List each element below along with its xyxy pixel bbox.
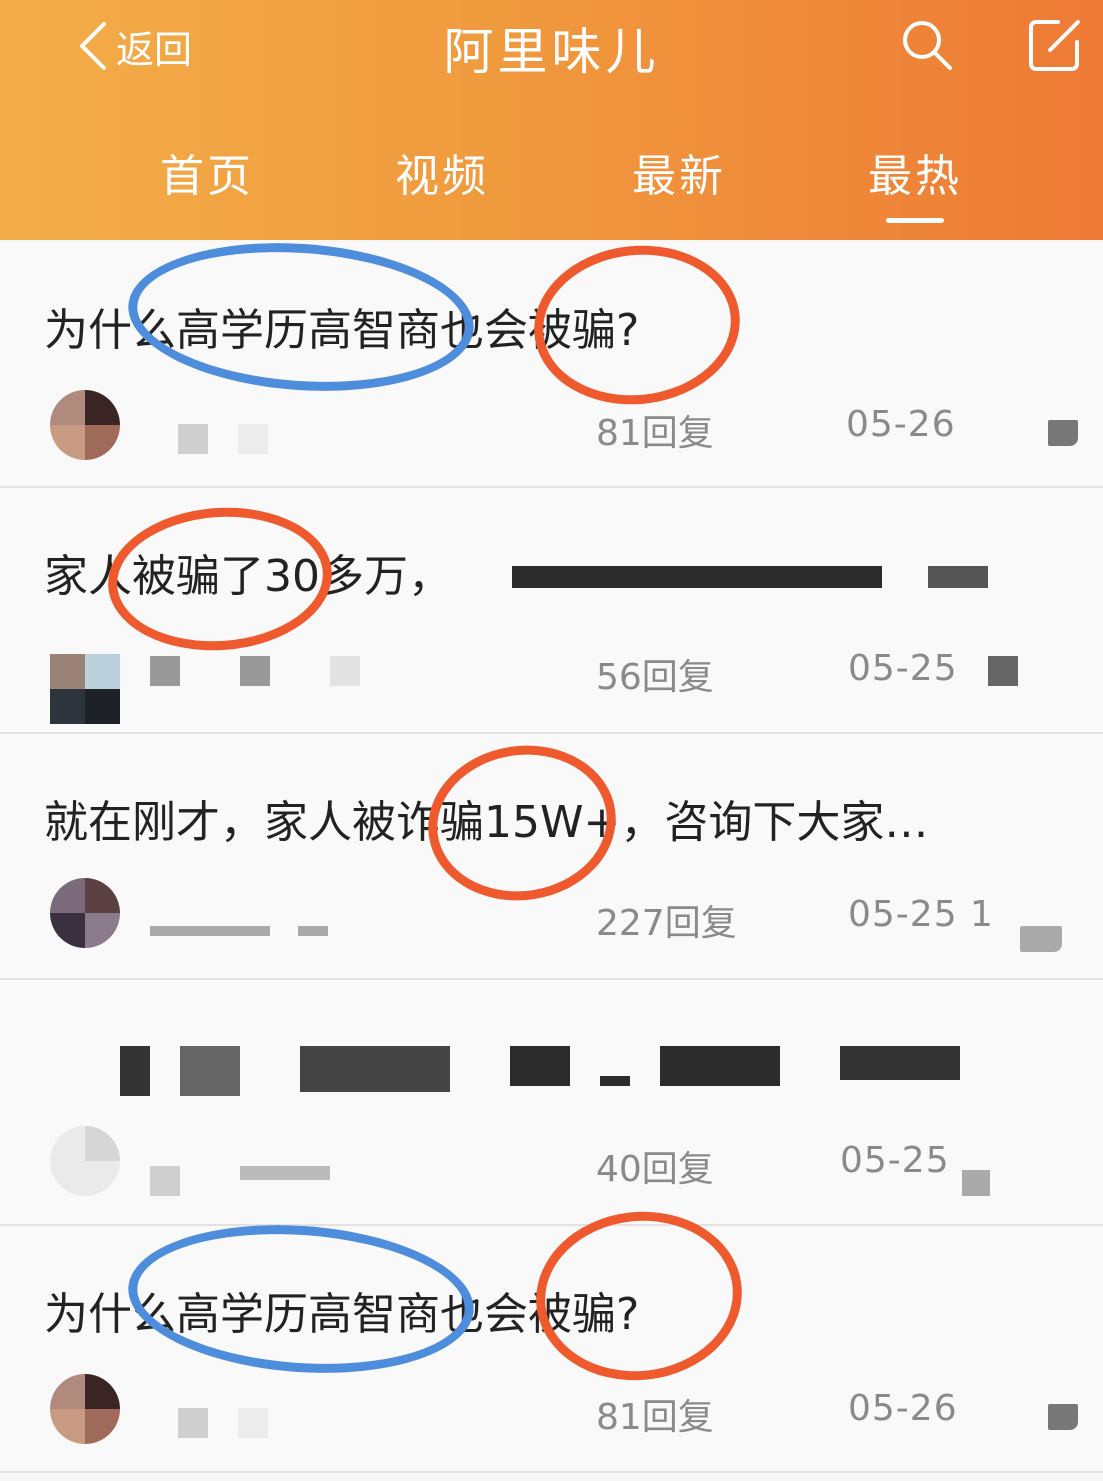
username-redacted [240,1166,330,1180]
redacted-text [300,1046,450,1092]
redacted-text [928,566,988,588]
active-tab-indicator [886,218,944,223]
reply-count: 81回复 [596,1397,714,1438]
avatar[interactable] [50,654,120,724]
tab-latest[interactable]: 最新 [632,140,726,204]
app-header: 返回 阿里味儿 首页 视频 最新 最热 [0,0,1103,240]
redacted-block [962,1170,990,1196]
redacted-block [988,656,1018,686]
username-redacted [238,424,268,454]
post-date: 05-25 [840,1140,950,1181]
post-date: 05-25 [848,648,958,689]
redacted-text [120,1046,150,1096]
username-redacted [298,926,328,936]
tab-hottest[interactable]: 最热 [868,140,962,204]
compose-icon[interactable] [1028,18,1082,72]
search-icon[interactable] [900,18,954,72]
redacted-text [840,1046,960,1080]
reply-count: 40回复 [596,1149,714,1190]
post-date: 05-26 [848,1388,958,1429]
redacted-text [512,566,882,588]
flag-icon[interactable] [1048,1404,1078,1430]
username-redacted [238,1408,268,1438]
tab-home[interactable]: 首页 [160,140,254,204]
username-redacted [178,1408,208,1438]
username-redacted [330,656,360,686]
tab-video[interactable]: 视频 [395,140,489,204]
avatar[interactable] [50,1374,120,1444]
username-redacted [178,424,208,454]
reply-count: 81回复 [596,413,714,454]
post-date: 05-25 1 [848,894,994,935]
redacted-text [660,1046,780,1086]
avatar[interactable] [50,390,120,460]
tab-bar: 首页 视频 最新 最热 [0,140,1103,220]
post-item[interactable]: 40回复 05-25 [0,980,1103,1226]
username-redacted [150,926,270,936]
redacted-text [180,1046,240,1096]
reply-count: 56回复 [596,657,714,698]
username-redacted [240,656,270,686]
redacted-text [510,1046,570,1086]
avatar[interactable] [50,1126,120,1196]
post-date: 05-26 [846,404,956,445]
username-redacted [150,656,180,686]
username-redacted [150,1166,180,1196]
flag-icon[interactable] [1048,420,1078,446]
redacted-text [600,1076,630,1086]
reply-count: 227回复 [596,903,737,944]
flag-icon[interactable] [1020,926,1062,952]
avatar[interactable] [50,878,120,948]
